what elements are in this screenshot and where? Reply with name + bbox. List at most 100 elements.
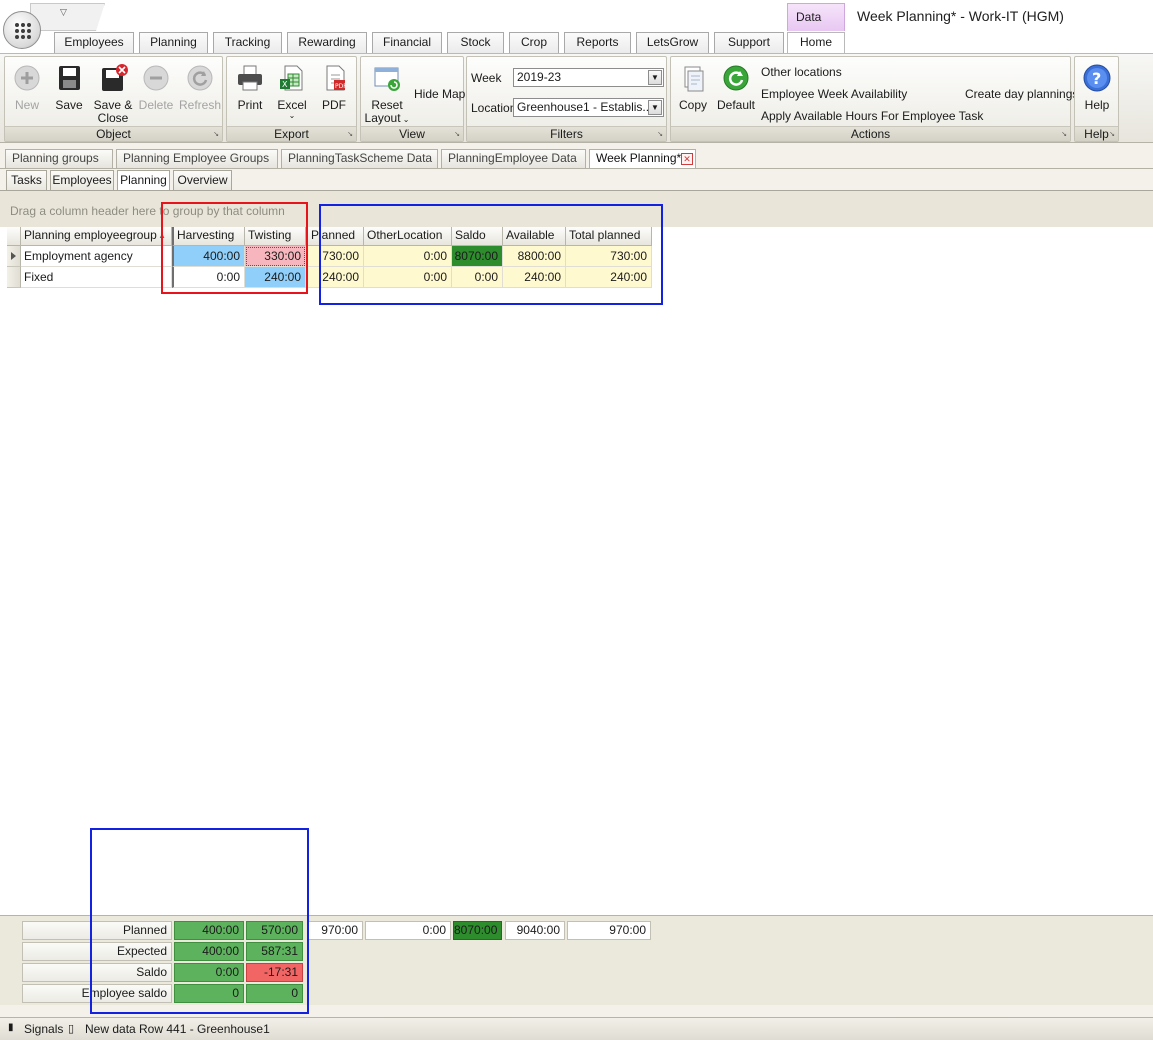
tab-reports[interactable]: Reports (564, 32, 631, 53)
tab-letsgrow[interactable]: LetsGrow (636, 32, 709, 53)
table-cell[interactable]: 240:00 (566, 267, 652, 288)
employee-week-availability-button[interactable]: Employee Week Availability (761, 87, 907, 101)
column-header-twisting[interactable]: Twisting (245, 227, 306, 246)
chevron-down-icon[interactable]: ⌄ (401, 115, 410, 124)
column-header-saldo[interactable]: Saldo (452, 227, 503, 246)
hide-map-button[interactable]: Hide Map (414, 87, 465, 101)
doc-tab-planning-groups[interactable]: Planning groups (5, 149, 113, 168)
summary-cell: 0 (174, 984, 244, 1003)
tab-employees-sub[interactable]: Employees (50, 170, 114, 190)
copy-icon (678, 63, 708, 93)
tab-planning[interactable]: Planning (139, 32, 208, 53)
summary-label-expected: Expected (22, 942, 172, 961)
table-cell[interactable]: 730:00 (566, 246, 652, 267)
printer-icon (235, 63, 265, 93)
other-locations-button[interactable]: Other locations (761, 65, 842, 79)
table-cell[interactable]: 240:00 (245, 267, 306, 288)
ribbon-group-view: Reset Layout ⌄ Hide Map View ↘ (360, 56, 465, 142)
tab-support[interactable]: Support (714, 32, 784, 53)
dialog-launcher-icon[interactable]: ↘ (1109, 128, 1115, 142)
tab-financial[interactable]: Financial (372, 32, 442, 53)
table-cell[interactable]: 240:00 (503, 267, 566, 288)
table-cell[interactable]: 0:00 (364, 246, 452, 267)
table-cell[interactable]: Fixed (21, 267, 172, 288)
chevron-down-icon[interactable]: ▼ (648, 70, 662, 85)
table-cell[interactable]: 400:00 (172, 246, 245, 267)
summary-cell: 587:31 (246, 942, 303, 961)
chevron-down-icon[interactable]: ▽ (60, 7, 67, 18)
help-button[interactable]: ? Help (1077, 61, 1117, 125)
tab-planning-sub[interactable]: Planning (117, 170, 170, 191)
window-title: Week Planning* - Work-IT (HGM) (857, 8, 1064, 24)
pdf-button[interactable]: PDF PDF (314, 61, 354, 125)
dialog-launcher-icon[interactable]: ↘ (454, 128, 460, 142)
dialog-launcher-icon[interactable]: ↘ (213, 128, 219, 142)
location-select[interactable]: Greenhouse1 - Establis... ▼ (513, 98, 664, 117)
save-close-button[interactable]: Save & Close (91, 61, 135, 125)
table-cell[interactable]: Employment agency (21, 246, 172, 267)
table-cell[interactable]: 240:00 (306, 267, 364, 288)
table-cell[interactable]: 0:00 (452, 267, 503, 288)
doc-tab-planningtaskscheme-data[interactable]: PlanningTaskScheme Data (281, 149, 438, 168)
new-button[interactable]: New (8, 61, 46, 125)
reset-layout-button[interactable]: Reset Layout ⌄ (364, 61, 410, 125)
tab-tasks[interactable]: Tasks (6, 170, 47, 190)
dialog-launcher-icon[interactable]: ↘ (347, 128, 353, 142)
table-cell[interactable]: 0:00 (364, 267, 452, 288)
summary-cell: 9040:00 (505, 921, 565, 940)
excel-button[interactable]: X Excel ⌄ (272, 61, 312, 125)
dialog-launcher-icon[interactable]: ↘ (657, 128, 663, 142)
column-header-harvesting[interactable]: Harvesting (172, 227, 245, 246)
signals-button[interactable]: Signals (24, 1022, 63, 1036)
table-cell[interactable]: 8800:00 (503, 246, 566, 267)
context-tab-data[interactable]: Data (787, 3, 845, 31)
apply-available-hours-button[interactable]: Apply Available Hours For Employee Task (761, 109, 983, 123)
ribbon-group-actions: Copy Default Other locations Employee We… (670, 56, 1078, 142)
summary-cell: 0:00 (174, 963, 244, 982)
quick-access-toolbar[interactable]: ▽ (30, 3, 105, 31)
group-by-panel[interactable]: Drag a column header here to group by th… (0, 191, 1153, 227)
column-header-available[interactable]: Available (503, 227, 566, 246)
table-cell[interactable]: 8070:00 (452, 246, 503, 267)
new-icon (12, 63, 42, 93)
column-header-total-planned[interactable]: Total planned (566, 227, 652, 246)
dialog-launcher-icon[interactable]: ↘ (1061, 128, 1067, 142)
current-row-icon (11, 252, 16, 260)
delete-button[interactable]: Delete (136, 61, 176, 125)
tab-tracking[interactable]: Tracking (213, 32, 282, 53)
doc-tab-week-planning[interactable]: Week Planning* ✕ (589, 149, 696, 169)
chevron-down-icon[interactable]: ▼ (648, 100, 662, 115)
refresh-button[interactable]: Refresh (179, 61, 221, 125)
tab-employees[interactable]: Employees (54, 32, 134, 53)
ribbon: New Save Save & Close Delete Refresh Obj… (0, 53, 1153, 143)
week-select[interactable]: 2019-23 ▼ (513, 68, 664, 87)
floppy-disk-icon (54, 63, 84, 93)
tab-rewarding[interactable]: Rewarding (287, 32, 367, 53)
chevron-down-icon[interactable]: ⌄ (272, 112, 312, 120)
svg-text:PDF: PDF (335, 83, 347, 90)
summary-cell: 970:00 (307, 921, 363, 940)
column-header-otherlocation[interactable]: OtherLocation (364, 227, 452, 246)
tab-stock[interactable]: Stock (447, 32, 504, 53)
doc-tab-planningemployee-data[interactable]: PlanningEmployee Data (441, 149, 586, 168)
table-cell[interactable]: 0:00 (172, 267, 245, 288)
print-button[interactable]: Print (230, 61, 270, 125)
default-button[interactable]: Default (715, 61, 757, 125)
close-icon[interactable]: ✕ (681, 153, 693, 165)
floppy-close-icon (98, 63, 128, 93)
tab-crop[interactable]: Crop (509, 32, 559, 53)
table-cell[interactable]: 330:00 (245, 246, 306, 267)
create-day-plannings-button[interactable]: Create day plannings (965, 87, 1078, 101)
summary-cell: 400:00 (174, 921, 244, 940)
row-indicator[interactable] (7, 246, 21, 267)
doc-tab-planning-employee-groups[interactable]: Planning Employee Groups (116, 149, 278, 168)
row-indicator[interactable] (7, 267, 21, 288)
tab-overview[interactable]: Overview (173, 170, 232, 190)
table-cell[interactable]: 730:00 (306, 246, 364, 267)
copy-button[interactable]: Copy (674, 61, 712, 125)
tab-home[interactable]: Home (787, 32, 845, 54)
save-button[interactable]: Save (50, 61, 88, 125)
column-header-planned[interactable]: Planned (306, 227, 364, 246)
application-menu-button[interactable] (3, 11, 41, 49)
column-header-planning-employeegroup[interactable]: Planning employeegroup ▲ (21, 227, 172, 246)
